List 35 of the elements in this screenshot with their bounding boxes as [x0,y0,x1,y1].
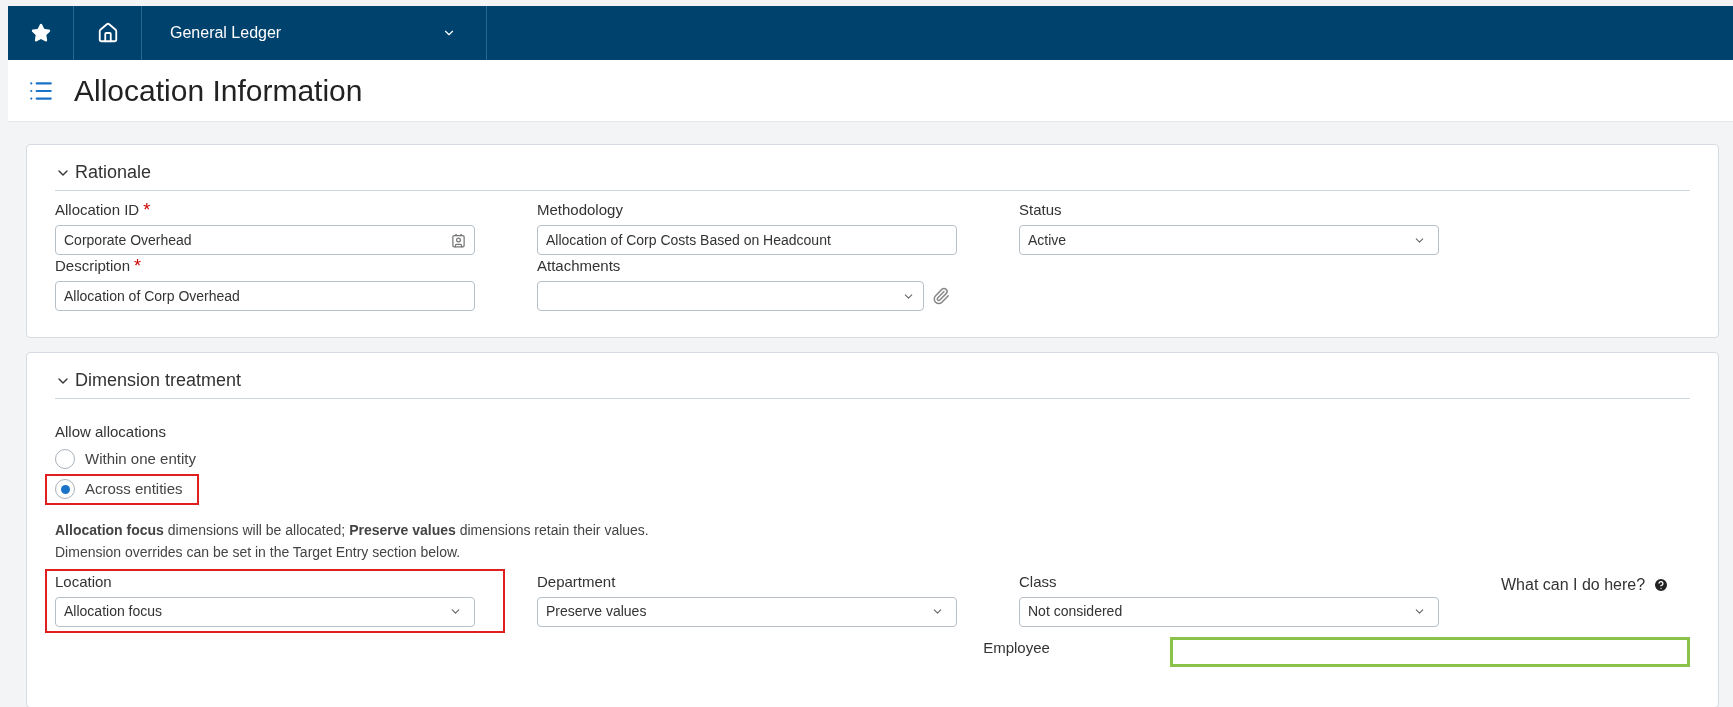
lookup-icon[interactable] [451,232,466,248]
info-text: Allocation focus dimensions will be allocated; Preserve values dimensions retain their values. [55,520,650,540]
select-field[interactable]: Allocation focus [55,596,475,627]
text-field[interactable]: Corporate Overhead [55,225,475,255]
radio-button[interactable] [55,479,75,500]
help-link[interactable]: What can I do here? [1501,572,1646,597]
paperclip-icon[interactable] [932,287,950,305]
required-mark: * [134,257,142,275]
field-label: Department [537,571,616,592]
select-field[interactable] [537,281,924,311]
field-label: Class [1019,571,1057,592]
star-icon [30,23,51,43]
home-icon [96,22,119,44]
radio-button[interactable] [55,448,75,469]
field-label: Status [1019,200,1062,220]
select-field[interactable]: Active [1019,225,1439,255]
text-field[interactable]: Allocation of Corp Overhead [55,281,475,311]
text-field[interactable]: Allocation of Corp Costs Based on Headcount [537,225,957,255]
select-field[interactable]: Not considered [1019,596,1439,627]
field-label: Allocation ID [55,200,140,220]
required-mark: * [143,201,151,219]
help-icon[interactable] [1653,576,1670,593]
field-label: Employee [983,637,1050,658]
field-label: Attachments [537,256,621,276]
field-label: Description [55,256,131,276]
field-label: Location [55,571,112,592]
select-field[interactable]: Preserve values [537,596,957,627]
section-title[interactable]: Rationale [75,159,152,186]
radio-option[interactable]: Within one entity [55,447,196,470]
page-title: Allocation Information [74,73,363,109]
section-title[interactable]: Dimension treatment [75,367,242,394]
info-text: Dimension overrides can be set in the Target Entry section below. [55,542,462,562]
radio-option[interactable]: Across entities [55,478,183,501]
field-label: Methodology [537,200,623,220]
group-label: Allow allocations [55,422,167,442]
